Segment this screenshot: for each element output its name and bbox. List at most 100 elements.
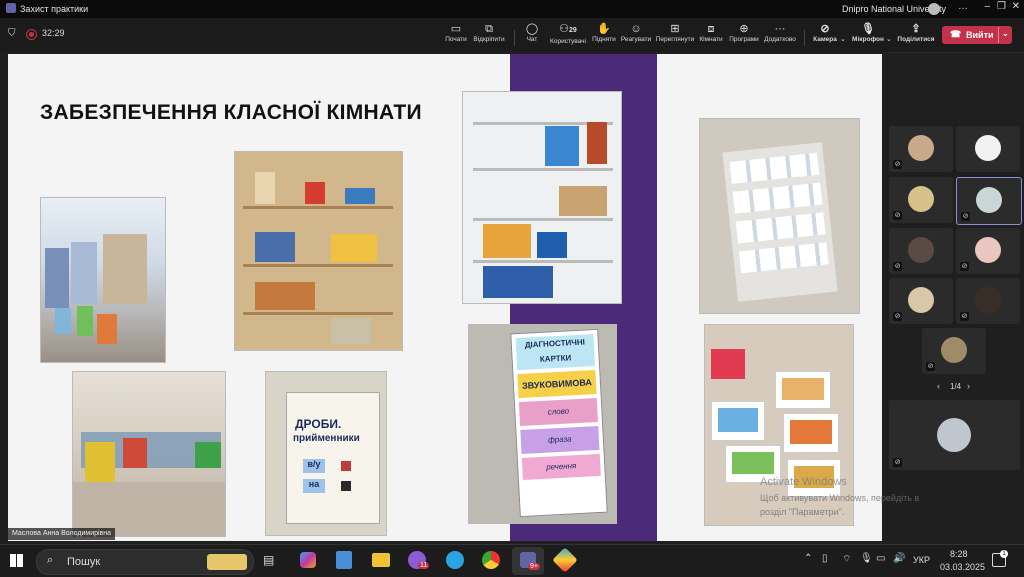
volume-icon[interactable]: 🔊 xyxy=(893,553,905,564)
participant-tile-active[interactable]: ⊘ xyxy=(956,177,1022,225)
search-icon: ⌕ xyxy=(47,554,54,566)
telegram-icon[interactable] xyxy=(446,551,464,569)
slide-title: ЗАБЕЗПЕЧЕННЯ КЛАСНОЇ КІМНАТИ xyxy=(40,101,422,124)
page-indicator: 1/4 xyxy=(950,382,962,391)
phone-icon: ☎ xyxy=(950,29,962,39)
avatar xyxy=(908,186,934,212)
participant-tile[interactable]: ⊘ xyxy=(889,278,953,324)
photo-classroom xyxy=(40,197,166,363)
avatar xyxy=(908,287,934,313)
mic-off-icon: ⊘ xyxy=(960,312,969,321)
chevron-down-icon[interactable]: ⌄ xyxy=(886,35,892,43)
photo-toy-shelves xyxy=(234,151,403,351)
maximize-icon[interactable]: ❐ xyxy=(997,1,1006,12)
unpin-button[interactable]: ⧉ Відкріпити xyxy=(469,22,509,50)
teams-icon xyxy=(6,3,16,13)
windows-start-icon[interactable] xyxy=(10,554,23,567)
chrome-icon[interactable] xyxy=(482,551,500,569)
clock-date[interactable]: 03.03.2025 xyxy=(940,562,985,572)
device-icon[interactable]: ▯ xyxy=(822,553,828,564)
apps-button[interactable]: ⊕ Програми xyxy=(724,22,764,50)
booklet-word-2: на xyxy=(303,479,325,493)
card-line-6: речення xyxy=(521,453,601,480)
photo-cabinet xyxy=(462,91,622,304)
share-button[interactable]: ⇪ Поділитися xyxy=(896,22,936,50)
participant-tile[interactable]: ⊘ xyxy=(889,228,953,274)
avatar xyxy=(937,418,971,452)
teams-taskbar-item[interactable]: 9+ xyxy=(512,547,544,575)
file-explorer-icon[interactable] xyxy=(372,553,390,567)
people-icon: ⚇29 xyxy=(559,23,577,35)
more-icon[interactable]: … xyxy=(958,1,968,12)
booklet-title: ДРОБИ. xyxy=(295,417,342,431)
notification-badge: 11 xyxy=(418,562,430,569)
mic-off-icon: ⊘ xyxy=(893,458,902,467)
chat-icon: ◯ xyxy=(525,23,539,35)
chevron-left-icon[interactable]: ‹ xyxy=(937,381,940,391)
chevron-right-icon[interactable]: › xyxy=(967,381,970,391)
chat-button[interactable]: ◯ Чат xyxy=(512,22,552,50)
mic-off-icon: ⊘ xyxy=(893,262,902,271)
wifi-icon[interactable]: ⌔ xyxy=(842,553,851,566)
task-view-icon[interactable]: ▤ xyxy=(263,553,274,567)
participant-tile[interactable]: ⊘ xyxy=(956,278,1020,324)
self-view-tile[interactable]: ⊘ xyxy=(889,400,1020,470)
chevron-down-icon[interactable]: ⌄ xyxy=(1002,29,1009,38)
participant-tile[interactable]: ⊘ xyxy=(889,177,953,223)
participant-tile[interactable] xyxy=(956,126,1020,172)
people-button[interactable]: ⚇29 Користувачі xyxy=(548,22,588,50)
smile-icon: ☺ xyxy=(630,23,642,35)
notifications-count: 1 xyxy=(1000,550,1008,558)
app-icon[interactable] xyxy=(552,547,578,573)
copilot-icon[interactable] xyxy=(300,552,316,568)
card-line-4: слово xyxy=(518,397,598,427)
ellipsis-icon: ··· xyxy=(774,23,786,35)
avatar xyxy=(908,135,934,161)
chevron-up-icon[interactable]: ⌃ xyxy=(804,553,812,564)
unpin-icon: ⧉ xyxy=(485,23,493,35)
close-icon[interactable]: ✕ xyxy=(1012,1,1020,12)
avatar xyxy=(975,135,1001,161)
account-avatar[interactable] xyxy=(928,3,940,15)
minimize-icon[interactable]: – xyxy=(984,1,990,12)
clock-time[interactable]: 8:28 xyxy=(950,549,968,559)
participant-tile[interactable]: ⊘ xyxy=(889,126,953,172)
calculator-icon[interactable] xyxy=(336,551,352,569)
presenter-name-label: Маслова Анна Володимирівна xyxy=(8,528,116,540)
share-icon: ⇪ xyxy=(911,23,921,35)
avatar xyxy=(908,237,934,263)
photo-fractions-booklet: ДРОБИ. прийменники в/у на xyxy=(265,371,387,536)
photo-pocket-chart xyxy=(699,118,860,314)
grid-icon: ⊞ xyxy=(670,23,680,35)
apps-icon: ⊕ xyxy=(739,23,749,35)
avatar xyxy=(975,287,1001,313)
taskbar-search-box[interactable]: ⌕ Пошук xyxy=(36,549,254,575)
microphone-button[interactable]: 🎙 Мікрофон xyxy=(848,22,888,50)
photo-sound-cards: ДІАГНОСТИЧНІ КАРТКИ ЗВУКОВИМОВА слово фр… xyxy=(468,324,617,524)
avatar xyxy=(941,337,967,363)
mic-off-icon: ⊘ xyxy=(961,212,970,221)
view-button[interactable]: ⊞ Переглянути xyxy=(655,22,695,50)
language-indicator[interactable]: УКР xyxy=(913,555,930,565)
mic-off-icon: ⊘ xyxy=(893,312,902,321)
card-line-3: ЗВУКОВИМОВА xyxy=(517,370,597,399)
chevron-down-icon[interactable]: ⌄ xyxy=(840,35,846,43)
participant-tile[interactable]: ⊘ xyxy=(922,328,986,374)
meeting-timer: 32:29 xyxy=(42,28,65,38)
participant-tile[interactable]: ⊘ xyxy=(956,228,1020,274)
red-square-icon xyxy=(341,461,351,471)
divider xyxy=(998,27,999,43)
shield-icon: ⛉ xyxy=(8,28,16,39)
mic-off-icon: ⊘ xyxy=(893,160,902,169)
booklet-word-1: в/у xyxy=(303,459,325,473)
window-title: Захист практики xyxy=(20,4,89,14)
camera-button[interactable]: ⊘ Камера xyxy=(805,22,845,50)
more-options-button[interactable]: ··· Додатково xyxy=(760,22,800,50)
mic-off-icon: ⊘ xyxy=(960,262,969,271)
leave-button[interactable]: ☎ Вийти ⌄ xyxy=(942,26,1012,44)
microphone-icon[interactable]: 🎙 xyxy=(860,553,873,564)
people-count: 29 xyxy=(569,27,577,34)
mic-off-icon: ⊘ xyxy=(926,362,935,371)
react-button[interactable]: ☺ Реагувати xyxy=(616,22,656,50)
battery-icon[interactable]: ▭ xyxy=(876,553,885,564)
